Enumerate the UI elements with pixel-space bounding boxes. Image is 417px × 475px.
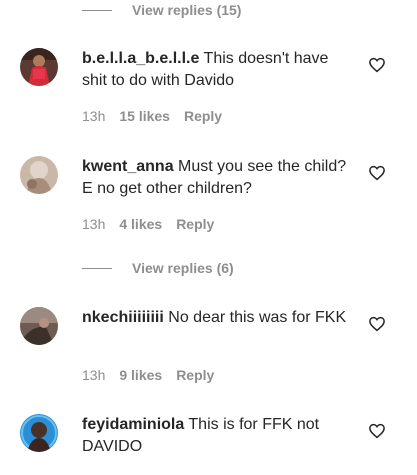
view-replies-label: View replies (15) xyxy=(132,2,242,18)
heart-icon[interactable] xyxy=(368,315,386,333)
heart-icon[interactable] xyxy=(368,422,386,440)
comment-body: nkechiiiiiiii No dear this was for FKK xyxy=(82,307,354,329)
comment-username[interactable]: feyidaminiola xyxy=(82,416,184,433)
comment-meta: 13h 15 likes Reply xyxy=(82,108,222,124)
comment-meta: 13h 4 likes Reply xyxy=(82,216,214,232)
avatar[interactable] xyxy=(20,414,58,452)
reply-button[interactable]: Reply xyxy=(176,216,214,232)
heart-icon[interactable] xyxy=(368,56,386,74)
comment-username[interactable]: b.e.l.l.a_b.e.l.l.e xyxy=(82,50,199,67)
comment-text: No dear this was for FKK xyxy=(168,309,347,326)
comment-time: 13h xyxy=(82,367,106,383)
comment-username[interactable]: nkechiiiiiiii xyxy=(82,309,164,326)
heart-icon[interactable] xyxy=(368,164,386,182)
divider-line xyxy=(82,9,112,11)
view-replies-button[interactable]: View replies (6) xyxy=(82,258,234,278)
comment-time: 13h xyxy=(82,108,106,124)
comment-body: b.e.l.l.a_b.e.l.l.e This doesn't have sh… xyxy=(82,48,354,92)
comment-username[interactable]: kwent_anna xyxy=(82,158,174,175)
comment-likes[interactable]: 4 likes xyxy=(119,216,162,232)
divider-line xyxy=(82,267,112,269)
comment-meta: 13h 9 likes Reply xyxy=(82,367,214,383)
comment-time: 13h xyxy=(82,216,106,232)
view-replies-label: View replies (6) xyxy=(132,260,234,276)
comment-likes[interactable]: 9 likes xyxy=(119,367,162,383)
reply-button[interactable]: Reply xyxy=(184,108,222,124)
avatar[interactable] xyxy=(20,48,58,86)
avatar[interactable] xyxy=(20,307,58,345)
reply-button[interactable]: Reply xyxy=(176,367,214,383)
view-replies-button[interactable]: View replies (15) xyxy=(82,0,241,20)
comment-body: feyidaminiola This is for FFK not DAVIDO xyxy=(82,414,354,458)
comment-likes[interactable]: 15 likes xyxy=(119,108,170,124)
comment-body: kwent_anna Must you see the child? E no … xyxy=(82,156,354,200)
avatar[interactable] xyxy=(20,156,58,194)
